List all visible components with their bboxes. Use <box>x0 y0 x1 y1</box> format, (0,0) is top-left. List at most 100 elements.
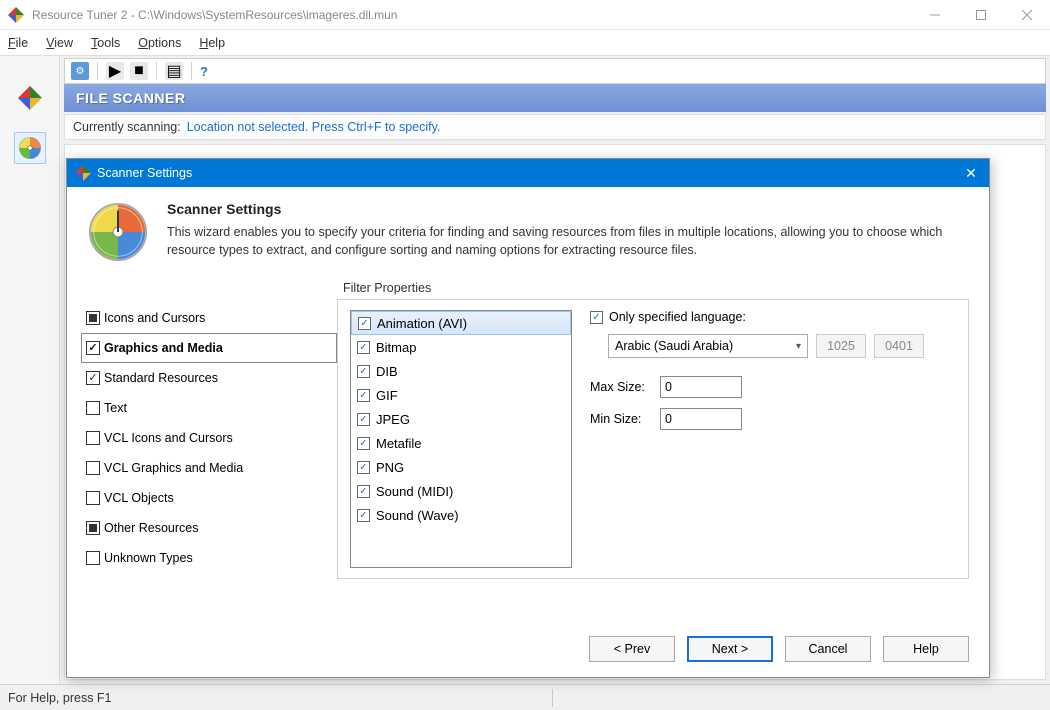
filter-row[interactable]: Bitmap <box>351 335 571 359</box>
menu-view[interactable]: View <box>46 36 73 50</box>
filter-row[interactable]: DIB <box>351 359 571 383</box>
filter-label: Metafile <box>376 436 422 451</box>
category-checkbox[interactable] <box>86 521 100 535</box>
filter-checkbox[interactable] <box>357 413 370 426</box>
close-button[interactable] <box>1004 0 1050 30</box>
category-item[interactable]: VCL Graphics and Media <box>81 453 337 483</box>
max-size-input[interactable] <box>660 376 742 398</box>
only-language-label: Only specified language: <box>609 310 746 324</box>
menu-help[interactable]: Help <box>199 36 225 50</box>
toolbar-help-icon[interactable]: ? <box>200 64 208 79</box>
category-item[interactable]: Icons and Cursors <box>81 303 337 333</box>
toolbar-play-icon[interactable]: ▶ <box>106 62 124 80</box>
filter-checkbox[interactable] <box>357 437 370 450</box>
menu-options[interactable]: Options <box>138 36 181 50</box>
category-item[interactable]: Standard Resources <box>81 363 337 393</box>
dialog-header-title: Scanner Settings <box>167 201 969 217</box>
category-item[interactable]: Other Resources <box>81 513 337 543</box>
maximize-button[interactable] <box>958 0 1004 30</box>
menu-tools[interactable]: Tools <box>91 36 120 50</box>
filter-checkbox[interactable] <box>357 509 370 522</box>
filter-checkbox[interactable] <box>358 317 371 330</box>
category-checkbox[interactable] <box>86 551 100 565</box>
dialog-close-button[interactable]: ✕ <box>961 165 981 182</box>
category-checkbox[interactable] <box>86 311 100 325</box>
filter-row[interactable]: JPEG <box>351 407 571 431</box>
menu-file[interactable]: File <box>8 36 28 50</box>
sidebar-resources-icon[interactable] <box>14 82 46 114</box>
filter-row[interactable]: Sound (MIDI) <box>351 479 571 503</box>
category-label: VCL Graphics and Media <box>104 461 243 475</box>
prev-button[interactable]: < Prev <box>589 636 675 662</box>
toolbar-settings-icon[interactable]: ⚙ <box>71 62 89 80</box>
category-checkbox[interactable] <box>86 371 100 385</box>
category-checkbox[interactable] <box>86 341 100 355</box>
toolbar-separator <box>97 62 98 80</box>
filter-row[interactable]: GIF <box>351 383 571 407</box>
filter-options: Only specified language: Arabic (Saudi A… <box>590 310 956 568</box>
filter-label: Bitmap <box>376 340 416 355</box>
filter-label: Sound (MIDI) <box>376 484 453 499</box>
filter-label: DIB <box>376 364 398 379</box>
category-item[interactable]: VCL Objects <box>81 483 337 513</box>
category-label: Text <box>104 401 127 415</box>
category-label: Standard Resources <box>104 371 218 385</box>
toolbar-separator <box>156 62 157 80</box>
category-item[interactable]: Text <box>81 393 337 423</box>
filter-checkbox[interactable] <box>357 341 370 354</box>
filter-label: PNG <box>376 460 404 475</box>
filter-row[interactable]: Sound (Wave) <box>351 503 571 527</box>
only-language-row: Only specified language: <box>590 310 956 324</box>
category-checkbox[interactable] <box>86 491 100 505</box>
filter-checkbox[interactable] <box>357 461 370 474</box>
category-label: Graphics and Media <box>104 341 223 355</box>
dialog-header: Scanner Settings This wizard enables you… <box>67 187 989 271</box>
filter-row[interactable]: PNG <box>351 455 571 479</box>
min-size-input[interactable] <box>660 408 742 430</box>
category-checkbox[interactable] <box>86 401 100 415</box>
scan-location-link[interactable]: Location not selected. Press Ctrl+F to s… <box>187 120 441 134</box>
scanner-large-icon <box>87 201 149 263</box>
language-code-dec: 1025 <box>816 334 866 358</box>
section-title: FILE SCANNER <box>64 84 1046 112</box>
language-combo[interactable]: Arabic (Saudi Arabia) <box>608 334 808 358</box>
category-checkbox[interactable] <box>86 461 100 475</box>
filter-list[interactable]: Animation (AVI) Bitmap DIB GIF JPEG Metafile P… <box>350 310 572 568</box>
scan-status-label: Currently scanning: <box>73 120 181 134</box>
help-button[interactable]: Help <box>883 636 969 662</box>
filter-row[interactable]: Animation (AVI) <box>351 311 571 335</box>
category-item[interactable]: Unknown Types <box>81 543 337 573</box>
window-title: Resource Tuner 2 - C:\Windows\SystemReso… <box>32 8 912 22</box>
dialog-body: Icons and Cursors Graphics and Media Stand… <box>67 271 989 621</box>
menubar: File View Tools Options Help <box>0 30 1050 56</box>
min-size-label: Min Size: <box>590 412 650 426</box>
category-label: Other Resources <box>104 521 198 535</box>
category-checkbox[interactable] <box>86 431 100 445</box>
left-sidebar <box>0 56 60 684</box>
only-language-checkbox[interactable] <box>590 311 603 324</box>
cancel-button[interactable]: Cancel <box>785 636 871 662</box>
category-label: Unknown Types <box>104 551 193 565</box>
scanner-settings-dialog: Scanner Settings ✕ Scanner Settings This… <box>66 158 990 678</box>
filter-label: Sound (Wave) <box>376 508 459 523</box>
toolbar-stop-icon[interactable]: ■ <box>130 62 148 80</box>
next-button[interactable]: Next > <box>687 636 773 662</box>
category-label: VCL Objects <box>104 491 174 505</box>
toolbar-separator <box>191 62 192 80</box>
filter-row[interactable]: Metafile <box>351 431 571 455</box>
filter-checkbox[interactable] <box>357 485 370 498</box>
dialog-header-desc: This wizard enables you to specify your … <box>167 223 969 259</box>
filter-label: Animation (AVI) <box>377 316 467 331</box>
category-item[interactable]: VCL Icons and Cursors <box>81 423 337 453</box>
toolbar-list-icon[interactable]: ▤ <box>165 62 183 80</box>
filter-properties-label: Filter Properties <box>337 281 969 295</box>
statusbar: For Help, press F1 <box>0 684 1050 710</box>
category-item[interactable]: Graphics and Media <box>81 333 337 363</box>
filter-checkbox[interactable] <box>357 365 370 378</box>
filter-label: JPEG <box>376 412 410 427</box>
filter-label: GIF <box>376 388 398 403</box>
minimize-button[interactable] <box>912 0 958 30</box>
dialog-title: Scanner Settings <box>97 166 961 180</box>
filter-checkbox[interactable] <box>357 389 370 402</box>
sidebar-scanner-icon[interactable] <box>14 132 46 164</box>
